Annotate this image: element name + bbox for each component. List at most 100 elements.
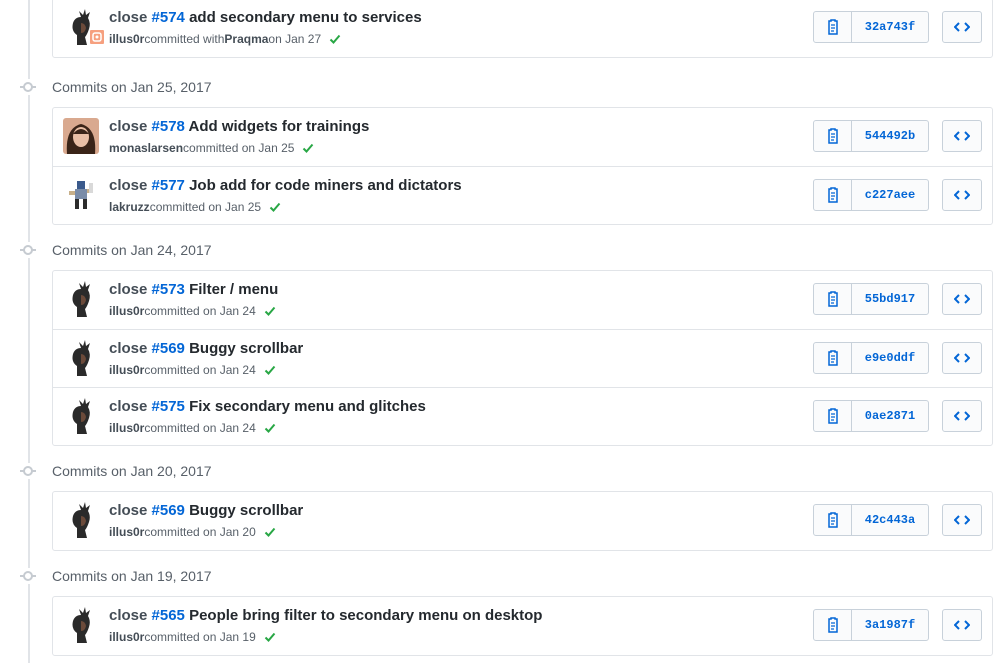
commit-message[interactable]: Buggy scrollbar (185, 340, 303, 357)
commit-message[interactable]: Filter / menu (185, 281, 278, 298)
browse-repo-button[interactable] (942, 11, 982, 43)
sha-button-group: 544492b (813, 120, 929, 152)
commit-message[interactable]: Job add for code miners and dictators (185, 177, 462, 194)
timeline-dot-icon (20, 242, 36, 258)
commit-sha-link[interactable]: 32a743f (852, 12, 928, 42)
copy-sha-button[interactable] (814, 505, 852, 535)
commit-row: close #573 Filter / menu illus0r committ… (53, 271, 992, 329)
commit-title: close #575 Fix secondary menu and glitch… (109, 398, 426, 415)
author-name[interactable]: illus0r (109, 363, 144, 377)
commit-message[interactable]: Fix secondary menu and glitches (185, 398, 426, 415)
copy-sha-button[interactable] (814, 401, 852, 431)
commit-message[interactable]: Buggy scrollbar (185, 502, 303, 519)
check-icon[interactable] (264, 526, 276, 538)
commit-action: committed with (144, 32, 225, 46)
commit-meta: illus0r committed with Praqma on Jan 27 (109, 32, 341, 46)
check-icon[interactable] (264, 364, 276, 376)
commit-message-prefix[interactable]: close (109, 607, 152, 624)
commit-date: on Jan 27 (268, 32, 322, 46)
copy-sha-button[interactable] (814, 610, 852, 640)
check-icon[interactable] (264, 631, 276, 643)
issue-link[interactable]: #573 (152, 281, 185, 298)
sha-button-group: 3a1987f (813, 609, 929, 641)
copy-sha-button[interactable] (814, 12, 852, 42)
check-icon[interactable] (329, 33, 341, 45)
commit-sha-link[interactable]: 55bd917 (852, 284, 928, 314)
commit-row: close #569 Buggy scrollbar illus0r commi… (53, 329, 992, 387)
author-name[interactable]: illus0r (109, 421, 144, 435)
clipboard-icon (827, 350, 838, 366)
author-avatar[interactable] (63, 118, 99, 154)
commit-row: close #578 Add widgets for trainings mon… (53, 108, 992, 166)
commit-message-prefix[interactable]: close (109, 177, 152, 194)
commit-sha-link[interactable]: 3a1987f (852, 610, 928, 640)
author-name[interactable]: monaslarsen (109, 141, 183, 155)
issue-link[interactable]: #569 (152, 502, 185, 519)
author-avatar[interactable] (63, 398, 99, 434)
copy-sha-button[interactable] (814, 284, 852, 314)
copy-sha-button[interactable] (814, 343, 852, 373)
check-icon[interactable] (264, 305, 276, 317)
commit-group-box: close #565 People bring filter to second… (52, 596, 993, 656)
commit-sha-link[interactable]: 544492b (852, 121, 928, 151)
issue-link[interactable]: #569 (152, 340, 185, 357)
issue-link[interactable]: #565 (152, 607, 185, 624)
author-name[interactable]: lakruzz (109, 200, 150, 214)
browse-repo-button[interactable] (942, 609, 982, 641)
commit-message-prefix[interactable]: close (109, 281, 152, 298)
author-name[interactable]: illus0r (109, 630, 144, 644)
issue-link[interactable]: #574 (152, 9, 185, 26)
browse-repo-button[interactable] (942, 342, 982, 374)
commit-message-prefix[interactable]: close (109, 502, 152, 519)
issue-link[interactable]: #577 (152, 177, 185, 194)
code-brackets-icon (954, 190, 970, 200)
code-brackets-icon (954, 620, 970, 630)
author-avatar[interactable] (63, 177, 99, 213)
copy-sha-button[interactable] (814, 121, 852, 151)
commit-sha-link[interactable]: 0ae2871 (852, 401, 928, 431)
date-group-label: Commits on Jan 19, 2017 (52, 568, 212, 584)
commit-sha-link[interactable]: c227aee (852, 180, 928, 210)
check-icon[interactable] (302, 142, 314, 154)
author-name[interactable]: illus0r (109, 304, 144, 318)
browse-repo-button[interactable] (942, 400, 982, 432)
browse-repo-button[interactable] (942, 120, 982, 152)
author-avatar[interactable] (63, 607, 99, 643)
check-icon[interactable] (269, 201, 281, 213)
commit-title: close #577 Job add for code miners and d… (109, 177, 462, 194)
author-avatar[interactable] (63, 281, 99, 317)
coauthor-avatar[interactable] (89, 29, 105, 45)
browse-repo-button[interactable] (942, 283, 982, 315)
commit-message[interactable]: add secondary menu to services (185, 9, 422, 26)
author-name[interactable]: illus0r (109, 525, 144, 539)
clipboard-icon (827, 617, 838, 633)
check-icon[interactable] (264, 422, 276, 434)
code-brackets-icon (954, 294, 970, 304)
commit-message-prefix[interactable]: close (109, 118, 152, 135)
coauthor-name[interactable]: Praqma (224, 32, 268, 46)
commit-action: committed on Jan 20 (144, 525, 256, 539)
commit-title: close #574 add secondary menu to service… (109, 9, 422, 26)
author-name[interactable]: illus0r (109, 32, 144, 46)
sha-button-group: 0ae2871 (813, 400, 929, 432)
commit-message-prefix[interactable]: close (109, 340, 152, 357)
commit-message-prefix[interactable]: close (109, 398, 152, 415)
mohawk-avatar (63, 502, 99, 538)
browse-repo-button[interactable] (942, 179, 982, 211)
commit-sha-link[interactable]: e9e0ddf (852, 343, 928, 373)
commit-message-prefix[interactable]: close (109, 9, 152, 26)
author-avatar[interactable] (63, 502, 99, 538)
copy-sha-button[interactable] (814, 180, 852, 210)
commit-message[interactable]: Add widgets for trainings (185, 118, 370, 135)
commit-message[interactable]: People bring filter to secondary menu on… (185, 607, 542, 624)
commit-meta: illus0r committed on Jan 19 (109, 630, 276, 644)
commit-row: close #577 Job add for code miners and d… (53, 166, 992, 224)
issue-link[interactable]: #578 (152, 118, 185, 135)
woman-avatar (63, 118, 99, 154)
browse-repo-button[interactable] (942, 504, 982, 536)
commit-sha-link[interactable]: 42c443a (852, 505, 928, 535)
code-brackets-icon (954, 515, 970, 525)
issue-link[interactable]: #575 (152, 398, 185, 415)
author-avatar[interactable] (63, 340, 99, 376)
mohawk-avatar (63, 398, 99, 434)
